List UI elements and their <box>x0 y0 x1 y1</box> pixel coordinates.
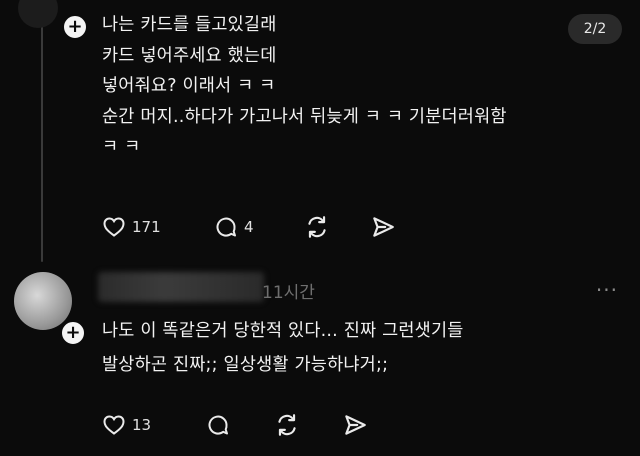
comment-icon <box>208 415 228 435</box>
follow-plus-icon[interactable]: + <box>60 320 86 346</box>
reply-line: 발상하곤 진짜;; 일상생활 가능하냐거;; <box>102 355 389 375</box>
thread-line <box>41 0 43 262</box>
heart-icon <box>103 415 125 435</box>
heart-icon <box>103 217 125 237</box>
comment-button[interactable] <box>206 410 230 440</box>
reply-avatar[interactable] <box>14 272 72 330</box>
like-count: 171 <box>132 218 161 236</box>
like-button[interactable]: 171 <box>102 212 161 242</box>
repost-button[interactable] <box>304 212 330 242</box>
comment-icon <box>216 217 236 237</box>
post-body: 나는 카드를 들고있길래 카드 넣어주세요 했는데 넣어줘요? 이래서 ㅋ ㅋ … <box>102 10 507 163</box>
repost-icon <box>308 216 326 238</box>
reply-line: 나도 이 똑같은거 당한적 있다... 진짜 그런샛기들 <box>102 321 464 341</box>
repost-button[interactable] <box>274 410 300 440</box>
carousel-counter: 2/2 <box>568 14 622 44</box>
follow-plus-icon[interactable]: + <box>62 14 88 40</box>
comment-button[interactable]: 4 <box>214 212 254 242</box>
username-redacted <box>98 272 264 302</box>
timestamp: 11시간 <box>262 283 315 303</box>
post-line: 넣어줘요? 이래서 ㅋ ㅋ <box>102 76 276 96</box>
reply-body: 나도 이 똑같은거 당한적 있다... 진짜 그런샛기들 발상하곤 진짜;; 일… <box>102 314 464 382</box>
like-button[interactable]: 13 <box>102 410 151 440</box>
more-options-icon[interactable]: ··· <box>596 278 618 302</box>
share-button[interactable] <box>370 212 396 242</box>
comment-count: 4 <box>244 218 254 236</box>
post-line: 카드 넣어주세요 했는데 <box>102 45 277 66</box>
share-button[interactable] <box>342 410 368 440</box>
send-icon <box>345 415 366 435</box>
avatar[interactable] <box>18 0 58 28</box>
repost-icon <box>278 414 296 436</box>
send-icon <box>373 217 394 237</box>
post-line: 순간 머지..하다가 가고나서 뒤늦게 ㅋ ㅋ 기분더러워함 <box>102 106 507 127</box>
like-count: 13 <box>132 416 152 434</box>
post-line: ㅋ ㅋ <box>102 137 141 157</box>
post-line: 나는 카드를 들고있길래 <box>102 15 277 35</box>
